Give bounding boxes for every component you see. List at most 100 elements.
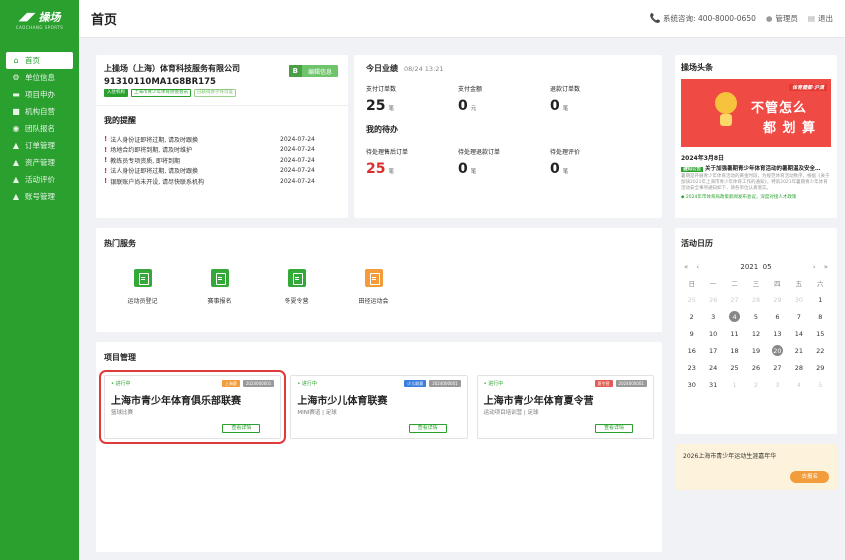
- calendar-day[interactable]: 24: [702, 361, 723, 374]
- calendar-day[interactable]: 9: [681, 327, 702, 340]
- calendar-day[interactable]: 21: [788, 344, 809, 357]
- calendar-day[interactable]: 5: [745, 310, 766, 323]
- calendar-day[interactable]: 1: [724, 378, 745, 391]
- stat-item[interactable]: 待处理评价 0 笔: [550, 147, 642, 177]
- reminders-title: 我的提醒: [104, 116, 136, 125]
- calendar-day[interactable]: 13: [767, 327, 788, 340]
- calendar-day[interactable]: 26: [702, 293, 723, 306]
- edit-info-icon: B: [288, 65, 302, 77]
- calendar-day[interactable]: 4: [724, 310, 745, 323]
- calendar-day[interactable]: 25: [724, 361, 745, 374]
- calendar-day[interactable]: 27: [724, 293, 745, 306]
- stat-unit: 笔: [562, 169, 569, 175]
- calendar-day[interactable]: 31: [702, 378, 723, 391]
- reminder-item[interactable]: ! 教练员专项资质, 即将到期 2024-07-24: [104, 155, 340, 166]
- reminder-item[interactable]: ! 银联账户尚未开设, 请尽快联系机构 2024-07-24: [104, 176, 340, 187]
- reminder-item[interactable]: ! 法人身份证即将过期, 请及时跟换 2024-07-24: [104, 134, 340, 145]
- stat-number: 0: [458, 98, 468, 114]
- projects-card: 项目管理 • 进行中 上海赛 2024000001 上海市青少年体育俱乐部联赛 篮球比赛…: [96, 342, 662, 552]
- stat-label: 支付订单数: [366, 86, 397, 93]
- calendar-day[interactable]: 19: [745, 344, 766, 357]
- calendar-day[interactable]: 25: [681, 293, 702, 306]
- calendar-day[interactable]: 29: [767, 293, 788, 306]
- calendar-day[interactable]: 28: [745, 293, 766, 306]
- calendar-day[interactable]: 2: [681, 310, 702, 323]
- calendar-day[interactable]: 30: [788, 293, 809, 306]
- sidebar-item[interactable]: ▬ 项目申办: [0, 86, 79, 103]
- service-item[interactable]: 冬夏令营: [258, 269, 335, 305]
- view-detail-button[interactable]: 查看详情: [222, 424, 261, 433]
- calendar-day[interactable]: 15: [810, 327, 831, 340]
- sidebar-item[interactable]: ▲ 账号管理: [0, 188, 79, 205]
- calendar-day[interactable]: 20: [767, 344, 788, 357]
- calendar-day[interactable]: 22: [810, 344, 831, 357]
- calendar-day[interactable]: 14: [788, 327, 809, 340]
- sidebar-item[interactable]: ⌂ 首页: [6, 52, 73, 69]
- stat-item[interactable]: 待处理退款订单 0 笔: [458, 147, 550, 177]
- calendar-day[interactable]: 3: [767, 378, 788, 391]
- prev-month-icon[interactable]: ‹: [696, 263, 699, 271]
- calendar-day[interactable]: 3: [702, 310, 723, 323]
- register-button[interactable]: 去报名: [790, 471, 829, 483]
- calendar-day[interactable]: 18: [724, 344, 745, 357]
- calendar-day[interactable]: 23: [681, 361, 702, 374]
- sidebar-item[interactable]: ◉ 团队报名: [0, 120, 79, 137]
- logout-button[interactable]: ▤ 退出: [808, 13, 833, 24]
- service-item[interactable]: 赛事报名: [181, 269, 258, 305]
- stat-item[interactable]: 退款订单数 0 笔: [550, 84, 642, 114]
- sidebar-item[interactable]: ⚙ 单位信息: [0, 69, 79, 86]
- reminder-item[interactable]: ! 场地合约即将到期, 请及时维护 2024-07-24: [104, 145, 340, 156]
- service-item[interactable]: 田径运动会: [335, 269, 412, 305]
- weekday-header: 日: [688, 279, 695, 288]
- sidebar-item[interactable]: ▲ 资产管理: [0, 154, 79, 171]
- news-banner[interactable]: 体育健都·沪滇 不管怎么 都 划 算: [681, 79, 831, 147]
- news-footer[interactable]: ◆ 2024年市体育局政策新闻发布会议，深度对接人才政策: [681, 194, 831, 200]
- calendar-day[interactable]: 26: [745, 361, 766, 374]
- sidebar-item[interactable]: ■ 机构自营: [0, 103, 79, 120]
- reminder-item[interactable]: ! 法人身份证即将过期, 请及时跟换 2024-07-24: [104, 166, 340, 177]
- calendar-day[interactable]: 2: [745, 378, 766, 391]
- calendar-day[interactable]: 29: [810, 361, 831, 374]
- calendar-day[interactable]: 8: [810, 310, 831, 323]
- sidebar-item[interactable]: ▲ 订单管理: [0, 137, 79, 154]
- view-detail-button[interactable]: 查看详情: [594, 424, 633, 433]
- calendar-day[interactable]: 30: [681, 378, 702, 391]
- calendar-day[interactable]: 6: [767, 310, 788, 323]
- service-item[interactable]: 运动员登记: [104, 269, 181, 305]
- alert-icon: !: [104, 145, 108, 154]
- calendar-day[interactable]: 1: [810, 293, 831, 306]
- project-card[interactable]: • 进行中 少儿联赛 2024000001 上海市少儿体育联赛 MINI赛道 | 足球查…: [290, 375, 468, 439]
- calendar-day[interactable]: 28: [788, 361, 809, 374]
- next-month-icon[interactable]: ›: [813, 263, 816, 271]
- calendar-day[interactable]: 7: [788, 310, 809, 323]
- stat-item[interactable]: 待处理售后订单 25 笔: [366, 147, 458, 177]
- calendar-day-number: 30: [687, 380, 696, 389]
- reminder-text: 场地合约即将到期, 请及时维护: [110, 147, 193, 155]
- reminder-date: 2024-07-24: [280, 167, 315, 175]
- project-card[interactable]: • 进行中 夏令营 2024000001 上海市青少年体育夏令营 运动项目培训营 | 足…: [476, 375, 654, 439]
- view-detail-button[interactable]: 查看详情: [408, 424, 447, 433]
- calendar-day[interactable]: 10: [702, 327, 723, 340]
- calendar-day-number: 30: [794, 295, 803, 304]
- stat-item[interactable]: 支付订单数 25 笔: [366, 84, 458, 114]
- next-year-icon[interactable]: »: [824, 263, 828, 271]
- calendar-day[interactable]: 16: [681, 344, 702, 357]
- user-menu[interactable]: ● 管理员: [766, 13, 798, 24]
- calendar-day[interactable]: 4: [788, 378, 809, 391]
- news-headline[interactable]: 通知公告 关于加强暑期青少年体育活动的暑期温及安全…: [681, 164, 831, 172]
- calendar-day[interactable]: 5: [810, 378, 831, 391]
- stat-item[interactable]: 支付金额 0 元: [458, 84, 550, 114]
- calendar-day[interactable]: 27: [767, 361, 788, 374]
- project-card[interactable]: • 进行中 上海赛 2024000001 上海市青少年体育俱乐部联赛 篮球比赛 查看详情: [98, 370, 287, 444]
- todo-title: 我的待办: [366, 125, 398, 134]
- brand-logo[interactable]: ◢◤ 操场 CAOCHANG SPORTS: [0, 0, 79, 38]
- calendar-day[interactable]: 17: [702, 344, 723, 357]
- sidebar-item[interactable]: ▲ 活动评价: [0, 171, 79, 188]
- calendar-day[interactable]: 11: [724, 327, 745, 340]
- calendar-day[interactable]: 12: [745, 327, 766, 340]
- prev-year-icon[interactable]: «: [684, 263, 688, 271]
- calendar-day-number: 25: [730, 363, 739, 372]
- edit-info-button[interactable]: B 编辑信息: [288, 65, 338, 77]
- services-card: 热门服务 运动员登记 赛事报名 冬夏令营 田径运动会: [96, 228, 662, 332]
- sidebar-item-label: 单位信息: [25, 73, 55, 82]
